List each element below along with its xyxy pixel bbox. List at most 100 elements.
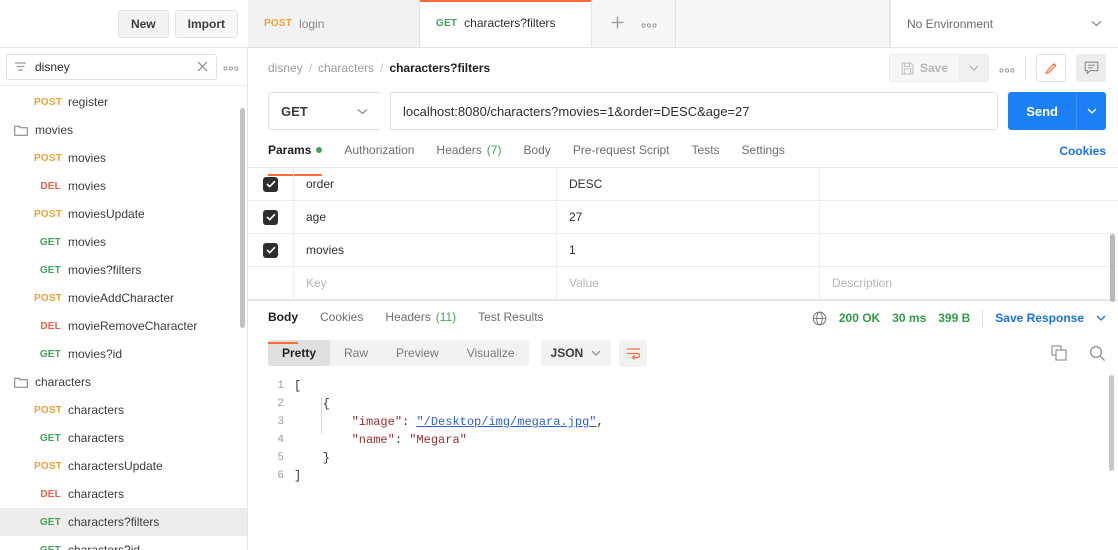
param-value-placeholder[interactable]: Value bbox=[557, 267, 820, 299]
sidebar-item-label: characters bbox=[68, 403, 125, 417]
table-row[interactable]: age 27 bbox=[248, 201, 1118, 234]
table-row-empty[interactable]: Key Value Description bbox=[248, 267, 1118, 300]
param-description[interactable] bbox=[820, 168, 1118, 200]
response-image-link[interactable]: "/Desktop/img/megara.jpg" bbox=[416, 415, 596, 429]
sidebar-item-movies-filters[interactable]: GET movies?filters bbox=[0, 256, 247, 284]
param-enabled-checkbox[interactable] bbox=[263, 176, 278, 192]
view-preview[interactable]: Preview bbox=[382, 340, 453, 366]
sidebar-item-characters-filters[interactable]: GET characters?filters bbox=[0, 508, 247, 536]
chevron-down-icon[interactable] bbox=[1096, 315, 1106, 321]
sidebar-item-movies-del[interactable]: DEL movies bbox=[0, 172, 247, 200]
sidebar-item-characters-get[interactable]: GET characters bbox=[0, 424, 247, 452]
sidebar-item-characters-del[interactable]: DEL characters bbox=[0, 480, 247, 508]
response-body-code[interactable]: 1 [ 2 { 3 "image": "/Desktop/img/megara.… bbox=[248, 371, 1118, 550]
sidebar-item-label: characters bbox=[68, 431, 125, 445]
tab-strip-controls bbox=[592, 0, 676, 47]
param-description-placeholder[interactable]: Description bbox=[820, 267, 1118, 299]
close-icon[interactable] bbox=[196, 60, 209, 73]
tab-tests[interactable]: Tests bbox=[692, 134, 720, 167]
comments-button[interactable] bbox=[1076, 54, 1106, 82]
param-enabled-checkbox[interactable] bbox=[263, 242, 278, 258]
breadcrumb-collection[interactable]: disney bbox=[268, 61, 303, 75]
param-checkbox-cell bbox=[248, 201, 294, 233]
param-enabled-checkbox[interactable] bbox=[263, 209, 278, 225]
tab-pre-request-script[interactable]: Pre-request Script bbox=[573, 134, 670, 167]
save-response-button[interactable]: Save Response bbox=[995, 311, 1084, 325]
tab-authorization[interactable]: Authorization bbox=[344, 134, 414, 167]
tab-label: Headers bbox=[436, 142, 482, 157]
table-row[interactable]: order DESC bbox=[248, 168, 1118, 201]
environment-selector[interactable]: No Environment bbox=[890, 0, 1118, 48]
sidebar-folder-characters[interactable]: characters bbox=[0, 368, 247, 396]
tab-headers[interactable]: Headers (7) bbox=[436, 134, 501, 167]
request-more-icon[interactable] bbox=[999, 62, 1015, 75]
globe-icon[interactable] bbox=[812, 311, 827, 326]
send-group: Send bbox=[1008, 92, 1106, 130]
tab-params[interactable]: Params bbox=[268, 134, 323, 176]
cookies-link[interactable]: Cookies bbox=[1059, 144, 1106, 158]
param-key[interactable]: movies bbox=[294, 234, 557, 266]
tab-label: login bbox=[299, 16, 325, 31]
import-button[interactable]: Import bbox=[174, 9, 238, 38]
url-input[interactable]: localhost:8080/characters?movies=1&order… bbox=[390, 92, 999, 130]
view-visualize[interactable]: Visualize bbox=[453, 340, 529, 366]
line-number: 6 bbox=[277, 470, 284, 482]
params-table-scrollbar[interactable] bbox=[1110, 234, 1115, 302]
copy-icon[interactable] bbox=[1051, 345, 1067, 361]
response-tab-headers[interactable]: Headers (11) bbox=[385, 301, 456, 335]
wrap-lines-button[interactable] bbox=[619, 339, 648, 367]
code-fold-guide bbox=[321, 397, 322, 433]
sidebar-item-moviesupdate[interactable]: POST moviesUpdate bbox=[0, 200, 247, 228]
breadcrumb-separator: / bbox=[380, 61, 384, 75]
search-input[interactable]: disney bbox=[6, 53, 217, 80]
body-format-selector[interactable]: JSON bbox=[540, 340, 612, 366]
param-key[interactable]: order bbox=[294, 168, 557, 200]
method-badge: GET bbox=[39, 544, 61, 550]
sidebar-options-icon[interactable] bbox=[223, 60, 239, 73]
save-options-caret[interactable] bbox=[959, 54, 989, 82]
sidebar-item-movies-post[interactable]: POST movies bbox=[0, 144, 247, 172]
breadcrumb-folder[interactable]: characters bbox=[318, 61, 374, 75]
method-selector[interactable]: GET bbox=[268, 92, 380, 130]
sidebar-item-movies-get[interactable]: GET movies bbox=[0, 228, 247, 256]
send-button[interactable]: Send bbox=[1008, 92, 1076, 130]
param-description[interactable] bbox=[820, 201, 1118, 233]
tab-login[interactable]: POST login bbox=[248, 0, 420, 47]
param-description[interactable] bbox=[820, 234, 1118, 266]
sidebar-item-charactersupdate[interactable]: POST charactersUpdate bbox=[0, 452, 247, 480]
tab-body[interactable]: Body bbox=[523, 134, 550, 167]
view-raw[interactable]: Raw bbox=[330, 340, 382, 366]
method-badge: POST bbox=[34, 208, 63, 220]
sidebar-folder-movies[interactable]: movies bbox=[0, 116, 247, 144]
param-key[interactable]: age bbox=[294, 201, 557, 233]
new-button[interactable]: New bbox=[117, 9, 169, 38]
code-scrollbar[interactable] bbox=[1109, 375, 1114, 471]
sidebar-item-movieaddcharacter[interactable]: POST movieAddCharacter bbox=[0, 284, 247, 312]
sidebar-item-movieremovecharacter[interactable]: DEL movieRemoveCharacter bbox=[0, 312, 247, 340]
chevron-down-icon bbox=[357, 108, 368, 115]
sidebar-scrollbar[interactable] bbox=[240, 108, 245, 328]
sidebar-item-register[interactable]: POST register bbox=[0, 88, 247, 116]
add-tab-icon[interactable] bbox=[610, 14, 625, 34]
tab-characters-filters[interactable]: GET characters?filters bbox=[420, 0, 592, 47]
response-tab-cookies[interactable]: Cookies bbox=[320, 301, 363, 335]
tab-options-icon[interactable] bbox=[641, 17, 657, 30]
param-value[interactable]: 27 bbox=[557, 201, 820, 233]
param-value[interactable]: 1 bbox=[557, 234, 820, 266]
param-key-placeholder[interactable]: Key bbox=[294, 267, 557, 299]
save-button[interactable]: Save bbox=[888, 54, 959, 82]
sidebar-item-characters-id[interactable]: GET characters?id bbox=[0, 536, 247, 550]
param-value[interactable]: DESC bbox=[557, 168, 820, 200]
method-badge: POST bbox=[34, 152, 63, 164]
edit-pencil-button[interactable] bbox=[1036, 54, 1066, 82]
url-row: GET localhost:8080/characters?movies=1&o… bbox=[248, 88, 1118, 134]
sidebar-item-movies-id[interactable]: GET movies?id bbox=[0, 340, 247, 368]
response-tab-body[interactable]: Body bbox=[268, 301, 298, 344]
sidebar-item-characters-post[interactable]: POST characters bbox=[0, 396, 247, 424]
table-row[interactable]: movies 1 bbox=[248, 234, 1118, 267]
param-checkbox-cell bbox=[248, 234, 294, 266]
send-options-caret[interactable] bbox=[1076, 92, 1106, 130]
search-icon[interactable] bbox=[1089, 345, 1106, 362]
response-tab-test-results[interactable]: Test Results bbox=[478, 301, 543, 335]
tab-settings[interactable]: Settings bbox=[742, 134, 785, 167]
